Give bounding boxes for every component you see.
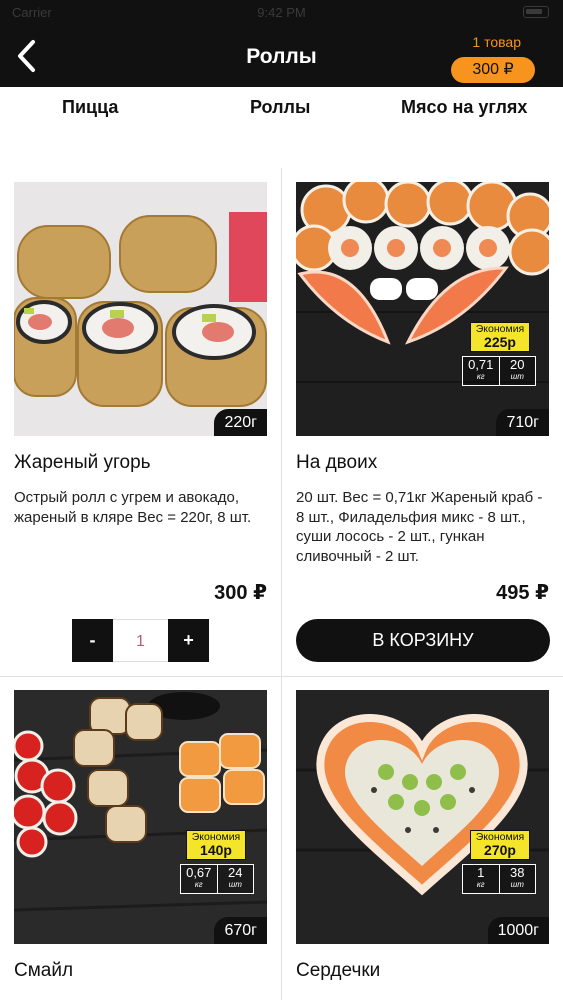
quantity-value: 1 — [113, 619, 168, 662]
pack-count-unit: шт — [510, 880, 524, 889]
product-image-hearts[interactable]: Экономия 270р 1 кг 38 шт 1000г — [296, 690, 549, 944]
product-price: 495 ₽ — [496, 582, 549, 604]
tab-pizza[interactable]: Пицца — [62, 97, 118, 118]
pack-info: 1 кг 38 шт — [462, 864, 536, 894]
product-price: 300 ₽ — [214, 582, 267, 604]
product-description: Острый ролл с угрем и авокадо, жареный в… — [14, 489, 252, 526]
product-name: Сердечки — [296, 960, 381, 981]
smile-set-photo — [14, 690, 267, 944]
fried-eel-roll-photo — [14, 182, 267, 436]
product-name: На двоих — [296, 452, 378, 473]
increase-quantity-button[interactable]: + — [168, 619, 209, 662]
product-name: Жареный угорь — [14, 452, 151, 473]
product-description: 20 шт. Вес = 0,71кг Жареный краб - 8 шт.… — [296, 489, 543, 565]
pack-weight-unit: кг — [194, 880, 203, 889]
savings-badge: Экономия 270р — [470, 830, 530, 860]
product-image-fried-eel[interactable]: 220г — [14, 182, 267, 436]
savings-badge: Экономия 140р — [186, 830, 246, 860]
quantity-stepper: - 1 + — [72, 619, 209, 662]
tab-rolls[interactable]: Роллы — [250, 97, 310, 118]
grid-divider-horizontal — [0, 676, 563, 677]
battery-icon — [523, 6, 549, 18]
product-name: Смайл — [14, 960, 74, 981]
pack-count-unit: шт — [228, 880, 242, 889]
weight-badge: 710г — [496, 409, 549, 436]
tab-grilled-meat[interactable]: Мясо на углях — [401, 97, 527, 118]
app-header: Carrier 9:42 PM Роллы 1 товар 300 ₽ — [0, 0, 563, 87]
cart-total-button[interactable]: 300 ₽ — [451, 57, 535, 83]
status-bar: Carrier 9:42 PM — [0, 0, 563, 24]
savings-value: 225р — [484, 334, 516, 350]
pack-weight-unit: кг — [476, 880, 485, 889]
grid-divider-vertical — [281, 168, 282, 1000]
pack-weight: 0,67 — [186, 865, 212, 880]
product-image-for-two[interactable]: Экономия 225р 0,71 кг 20 шт 710г — [296, 182, 549, 436]
pack-info: 0,67 кг 24 шт — [180, 864, 254, 894]
hearts-set-photo — [296, 690, 549, 944]
pack-info: 0,71 кг 20 шт — [462, 356, 536, 386]
category-tabs: Пицца Роллы Мясо на углях — [0, 87, 563, 131]
pack-count: 38 — [510, 865, 525, 880]
weight-badge: 670г — [214, 917, 267, 944]
pack-weight: 0,71 — [468, 357, 494, 372]
savings-value: 270р — [484, 842, 516, 858]
pack-count-unit: шт — [510, 372, 524, 381]
pack-count: 24 — [228, 865, 243, 880]
pack-weight-unit: кг — [476, 372, 485, 381]
sushi-for-two-photo — [296, 182, 549, 436]
product-image-smile[interactable]: Экономия 140р 0,67 кг 24 шт 670г — [14, 690, 267, 944]
pack-weight: 1 — [477, 865, 485, 880]
weight-badge: 1000г — [487, 917, 549, 944]
savings-value: 140р — [200, 842, 232, 858]
weight-badge: 220г — [214, 409, 267, 436]
pack-count: 20 — [510, 357, 525, 372]
savings-badge: Экономия 225р — [470, 322, 530, 352]
decrease-quantity-button[interactable]: - — [72, 619, 113, 662]
add-to-cart-button[interactable]: В КОРЗИНУ — [296, 619, 550, 662]
cart-item-count: 1 товар — [472, 34, 521, 50]
status-time: 9:42 PM — [257, 5, 306, 20]
